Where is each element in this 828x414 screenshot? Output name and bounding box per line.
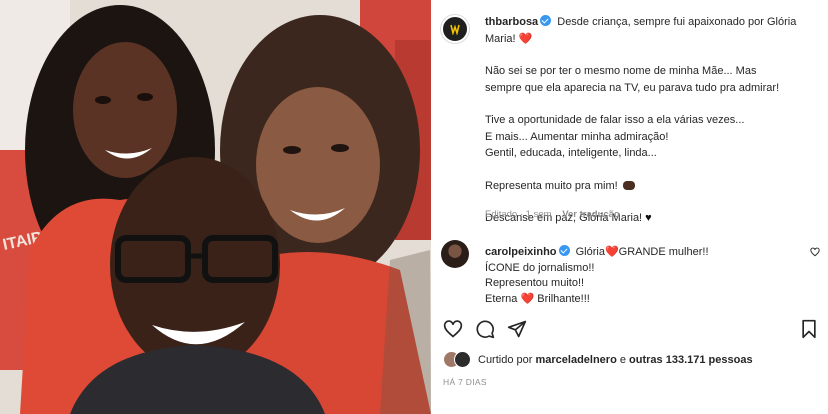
fist-emoji-icon <box>622 180 635 190</box>
caption-p3-line-1: Tive a oportunidade de falar isso a ela … <box>485 114 745 126</box>
commenter-avatar[interactable] <box>441 240 469 268</box>
liked-by-text: Curtido por marceladelnero e outras 133.… <box>478 354 753 366</box>
edited-label: Editado · 1 sem <box>485 209 552 220</box>
author-avatar[interactable] <box>441 15 469 43</box>
caption-p2-line-2: sempre que ela aparecia na TV, eu parava… <box>485 81 780 94</box>
paper-plane-icon <box>507 320 527 338</box>
verified-badge-icon <box>558 245 570 256</box>
comment-button[interactable] <box>475 319 497 341</box>
author-username[interactable]: thbarbosa <box>485 16 538 28</box>
post-caption: thbarbosa Desde criança, sempre fui apai… <box>485 14 825 227</box>
caption-p3-line-3: Gentil, educada, inteligente, linda... <box>485 147 657 159</box>
likes-count-link[interactable]: outras 133.171 pessoas <box>629 354 753 366</box>
comment-line-1b: GRANDE mulher!! <box>618 246 709 258</box>
save-button[interactable] <box>799 319 821 341</box>
see-translation-link[interactable]: Ver tradução <box>562 209 620 220</box>
comment-line-3: Representou muito!! <box>485 277 585 289</box>
red-heart-emoji-icon: ❤️ <box>518 32 533 45</box>
liked-by-user-link[interactable]: marceladelnero <box>535 354 616 366</box>
share-button[interactable] <box>507 319 529 341</box>
liked-by-middle: e <box>616 354 630 366</box>
post-timestamp[interactable]: HÁ 7 DIAS <box>443 377 487 387</box>
verified-badge-icon <box>540 15 552 26</box>
comment-bubble-icon <box>476 320 495 339</box>
post-photo[interactable]: ITAIPAVA ITAIPAV <box>0 0 431 414</box>
caption-p4: Representa muito pra mim! <box>485 179 621 192</box>
comment-line-4b: Brilhante!!! <box>537 292 590 305</box>
comment-like-heart-icon[interactable] <box>810 247 820 257</box>
commenter-username[interactable]: carolpeixinho <box>485 246 557 258</box>
selfie-illustration: ITAIPAVA ITAIPAV <box>0 0 431 414</box>
caption-line-1: Desde criança, sempre fui apaixonado por… <box>557 16 797 28</box>
caption-meta: Editado · 1 sem Ver tradução <box>485 209 628 220</box>
comment-line-1a: Glória <box>575 246 605 258</box>
caption-p3-line-2: E mais... Aumentar minha admiração! <box>485 130 669 143</box>
red-heart-emoji-icon: ❤️ <box>604 246 619 258</box>
black-heart-emoji-icon: ♥ <box>645 212 652 224</box>
comment: carolpeixinho Glória❤️GRANDE mulher!! ÍC… <box>485 244 805 307</box>
comment-line-2: ÍCONE do jornalismo!! <box>485 261 595 274</box>
action-bar <box>443 319 823 341</box>
like-button[interactable] <box>443 319 465 341</box>
comment-line-4a: Eterna <box>485 292 518 305</box>
caption-p2-line-1: Não sei se por ter o mesmo nome de minha… <box>485 65 757 77</box>
bookmark-icon <box>802 319 816 339</box>
liked-by-prefix: Curtido por <box>478 354 536 366</box>
caption-line-2: Maria! <box>485 32 519 45</box>
brand-logo-icon <box>450 24 460 35</box>
post-side-panel: thbarbosa Desde criança, sempre fui apai… <box>431 0 828 414</box>
liked-by-row: Curtido por marceladelnero e outras 133.… <box>443 351 753 369</box>
liker-avatars[interactable] <box>443 351 473 369</box>
heart-outline-icon <box>443 320 463 338</box>
liker-avatar <box>454 351 471 368</box>
red-heart-emoji-icon: ❤️ <box>520 292 535 305</box>
